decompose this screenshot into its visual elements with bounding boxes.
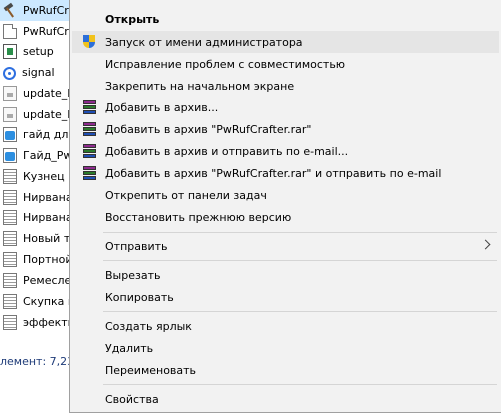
signal-icon [3, 66, 16, 80]
telegram-doc-icon [3, 148, 17, 163]
menu-separator [103, 260, 497, 261]
menu-item-label: Копировать [105, 290, 174, 304]
file-name: Ремесле [23, 274, 72, 287]
file-name: setup [23, 45, 54, 58]
menu-item-restore-previous[interactable]: Восстановить прежнюю версию [72, 206, 499, 228]
menu-item-troubleshoot-compatibility[interactable]: Исправление проблем с совместимостью [72, 53, 499, 75]
file-name: Портной [23, 253, 72, 266]
menu-item-pin-to-start[interactable]: Закрепить на начальном экране [72, 75, 499, 97]
text-document-icon [3, 315, 17, 330]
file-list: PwRufCr PwRufCr setup signal update_F up… [0, 0, 75, 413]
file-item[interactable]: гайд для [0, 124, 72, 145]
text-document-icon [3, 169, 17, 184]
menu-item-add-named-and-email[interactable]: Добавить в архив "PwRufCrafter.rar" и от… [72, 162, 499, 184]
file-item[interactable]: setup [0, 41, 72, 62]
file-item[interactable]: Ремесле [0, 270, 72, 291]
menu-item-label: Добавить в архив "PwRufCrafter.rar" и от… [105, 166, 442, 180]
winrar-icon [81, 121, 97, 137]
file-item[interactable]: PwRufCr [0, 0, 72, 21]
menu-item-delete[interactable]: Удалить [72, 337, 499, 359]
file-name: update_F [23, 108, 72, 121]
file-item[interactable]: Нирвана [0, 207, 72, 228]
file-item[interactable]: update_F [0, 104, 72, 125]
menu-separator [103, 384, 497, 385]
menu-item-label: Отправить [105, 239, 168, 253]
file-name: гайд для [23, 128, 72, 141]
file-name: Гайд_Pw [23, 149, 72, 162]
file-item[interactable]: эффекть [0, 312, 72, 333]
menu-item-label: Добавить в архив... [105, 100, 219, 114]
file-item[interactable]: Кузнец [0, 166, 72, 187]
file-name: Нирвана [23, 211, 72, 224]
file-name: Кузнец [23, 170, 65, 183]
menu-item-add-and-email[interactable]: Добавить в архив и отправить по e-mail..… [72, 140, 499, 162]
menu-item-create-shortcut[interactable]: Создать ярлык [72, 315, 499, 337]
menu-separator [103, 232, 497, 233]
update-icon [3, 107, 17, 122]
hammer-icon [3, 3, 17, 18]
file-name: Новый т [23, 232, 71, 245]
menu-item-copy[interactable]: Копировать [72, 286, 499, 308]
file-name: PwRufCr [23, 4, 69, 17]
text-document-icon [3, 190, 17, 205]
menu-item-run-as-admin[interactable]: Запуск от имени администратора [72, 31, 499, 53]
file-item[interactable]: Новый т [0, 228, 72, 249]
context-menu: Открыть Запуск от имени администратора И… [69, 0, 501, 413]
menu-item-label: Запуск от имени администратора [105, 35, 303, 49]
menu-item-add-to-archive[interactable]: Добавить в архив... [72, 96, 499, 118]
file-item[interactable]: Портной [0, 249, 72, 270]
file-name: PwRufCr [23, 25, 69, 38]
menu-item-label: Добавить в архив и отправить по e-mail..… [105, 144, 349, 158]
file-item[interactable]: update_F [0, 83, 72, 104]
menu-item-send-to[interactable]: Отправить [72, 235, 499, 257]
update-icon [3, 86, 17, 101]
shield-icon [81, 34, 97, 50]
menu-item-label: Переименовать [105, 363, 197, 377]
winrar-icon [81, 165, 97, 181]
menu-item-properties[interactable]: Свойства [72, 388, 499, 410]
menu-item-label: Восстановить прежнюю версию [105, 210, 292, 224]
text-document-icon [3, 252, 17, 267]
winrar-icon [81, 99, 97, 115]
file-item[interactable]: PwRufCr [0, 21, 72, 42]
menu-item-open[interactable]: Открыть [72, 8, 499, 30]
menu-item-unpin-taskbar[interactable]: Открепить от панели задач [72, 184, 499, 206]
text-document-icon [3, 294, 17, 309]
menu-item-label: Свойства [105, 392, 159, 406]
setup-icon [3, 44, 17, 59]
text-document-icon [3, 210, 17, 225]
menu-item-label: Закрепить на начальном экране [105, 79, 295, 93]
menu-item-label: Создать ярлык [105, 319, 192, 333]
text-document-icon [3, 273, 17, 288]
document-icon [3, 24, 17, 39]
file-name: signal [22, 66, 55, 79]
text-document-icon [3, 231, 17, 246]
menu-item-label: Добавить в архив "PwRufCrafter.rar" [105, 122, 312, 136]
menu-item-cut[interactable]: Вырезать [72, 264, 499, 286]
file-name: Скупка м [23, 295, 72, 308]
file-item[interactable]: Гайд_Pw [0, 145, 72, 166]
menu-item-label: Удалить [105, 341, 154, 355]
file-name: эффекть [23, 316, 72, 329]
file-name: Нирвана [23, 191, 72, 204]
menu-item-label: Открыть [105, 12, 160, 26]
file-item[interactable]: signal [0, 62, 72, 83]
menu-item-label: Исправление проблем с совместимостью [105, 57, 346, 71]
file-item[interactable]: Скупка м [0, 291, 72, 312]
menu-separator [103, 311, 497, 312]
menu-item-rename[interactable]: Переименовать [72, 359, 499, 381]
status-bar-text: лемент: 7,23 [0, 355, 75, 368]
chevron-right-icon [480, 239, 491, 250]
file-name: update_F [23, 87, 72, 100]
menu-item-label: Открепить от панели задач [105, 188, 267, 202]
menu-item-label: Вырезать [105, 268, 161, 282]
menu-item-add-to-named-archive[interactable]: Добавить в архив "PwRufCrafter.rar" [72, 118, 499, 140]
file-item[interactable]: Нирвана [0, 187, 72, 208]
winrar-icon [81, 143, 97, 159]
telegram-doc-icon [3, 127, 17, 142]
